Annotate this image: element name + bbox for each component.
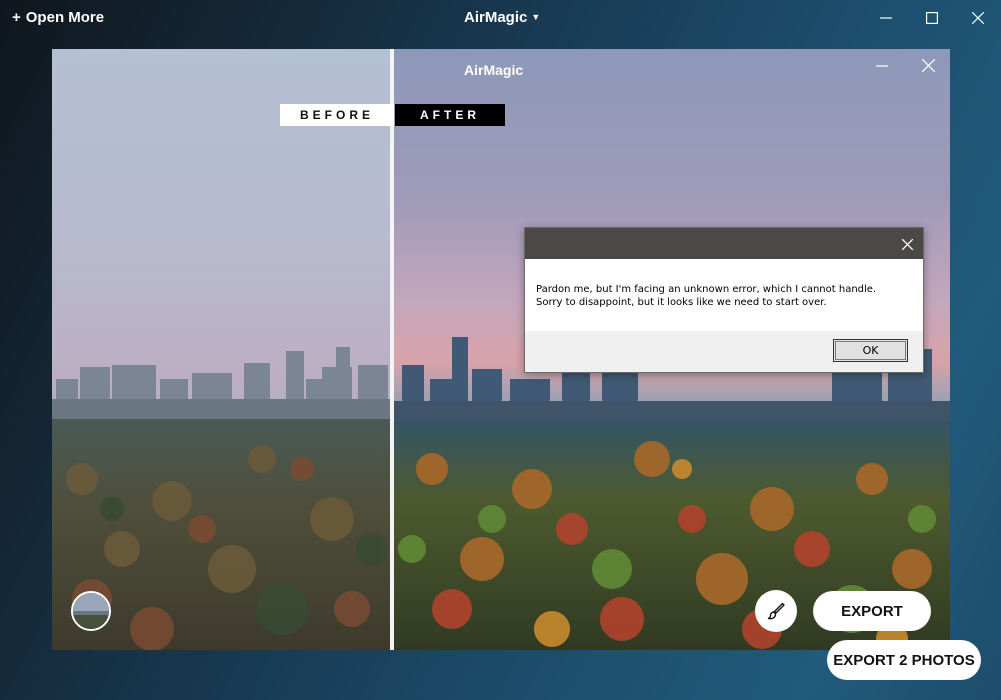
error-dialog: Pardon me, but I'm facing an unknown err…	[524, 227, 924, 373]
plus-icon: +	[12, 9, 21, 26]
dialog-body: Pardon me, but I'm facing an unknown err…	[525, 259, 923, 331]
thumbnail-image	[73, 593, 109, 629]
open-more-label: Open More	[25, 9, 105, 26]
photo-thumbnail[interactable]	[71, 591, 111, 631]
minimize-button[interactable]	[876, 8, 896, 28]
error-message-line-2: Sorry to disappoint, but it looks like w…	[536, 297, 827, 308]
viewer-title: AirMagic	[464, 62, 524, 78]
minimize-icon	[876, 65, 888, 67]
app-title-menu[interactable]: AirMagic ▼	[464, 9, 540, 26]
after-label: AFTER	[395, 104, 505, 126]
maximize-button[interactable]	[922, 8, 942, 28]
viewer-close-button[interactable]	[920, 57, 936, 73]
export-button[interactable]: EXPORT	[813, 591, 931, 631]
viewer-minimize-button[interactable]	[874, 57, 890, 73]
before-photo	[52, 49, 392, 650]
close-icon	[972, 12, 984, 24]
dialog-titlebar	[525, 228, 923, 259]
close-window-button[interactable]	[968, 8, 988, 28]
minimize-icon	[880, 17, 892, 19]
maximize-icon	[926, 12, 938, 24]
brush-icon	[767, 602, 785, 620]
close-icon	[921, 58, 935, 72]
window-titlebar: + Open More AirMagic ▼	[0, 0, 1001, 36]
chevron-down-icon: ▼	[531, 12, 541, 22]
edit-brush-button[interactable]	[755, 590, 797, 632]
close-icon	[901, 238, 913, 250]
app-title: AirMagic	[464, 9, 528, 26]
error-message-line-1: Pardon me, but I'm facing an unknown err…	[536, 284, 877, 295]
open-more-button[interactable]: + Open More	[12, 9, 104, 26]
before-label: BEFORE	[280, 104, 394, 126]
dialog-close-button[interactable]	[899, 236, 915, 252]
export-all-photos-button[interactable]: EXPORT 2 PHOTOS	[827, 640, 981, 680]
compare-slider-handle[interactable]	[390, 49, 394, 650]
ok-button[interactable]: OK	[833, 339, 908, 362]
